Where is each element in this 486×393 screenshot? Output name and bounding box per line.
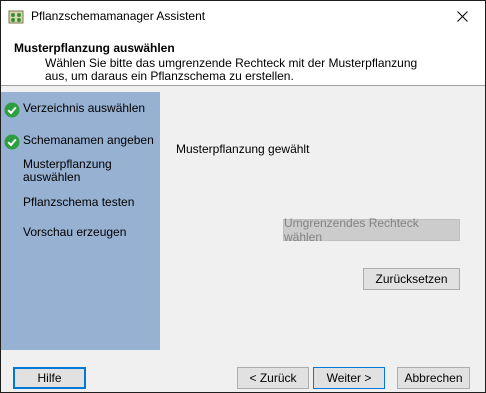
app-icon xyxy=(8,10,24,24)
back-button[interactable]: < Zurück xyxy=(237,367,309,389)
check-icon xyxy=(4,134,20,150)
page-description: Wählen Sie bitte das umgrenzende Rechtec… xyxy=(45,56,418,83)
close-icon xyxy=(456,11,468,22)
wizard-window: Pflanzschemamanager Assistent Musterpfla… xyxy=(0,0,486,393)
window-title: Pflanzschemamanager Assistent xyxy=(31,9,206,23)
title-bar[interactable]: Pflanzschemamanager Assistent xyxy=(1,1,485,32)
check-icon xyxy=(4,102,20,118)
cancel-button[interactable]: Abbrechen xyxy=(397,367,470,389)
step-label: Pflanzschema testen xyxy=(23,195,135,209)
wizard-header: Musterpflanzung auswählen Wählen Sie bit… xyxy=(1,32,485,86)
step-schemaname: Schemanamen angeben xyxy=(4,134,154,150)
page-title: Musterpflanzung auswählen xyxy=(14,41,175,55)
reset-button[interactable]: Zurücksetzen xyxy=(363,268,460,290)
close-button[interactable] xyxy=(439,1,485,32)
step-testen: Pflanzschema testen xyxy=(4,196,134,209)
step-label: Verzeichnis auswählen xyxy=(23,101,146,115)
steps-sidebar: Verzeichnis auswählen Schemanamen angebe… xyxy=(1,92,160,350)
selection-status: Musterpflanzung gewählt xyxy=(176,142,310,156)
select-rectangle-button[interactable]: Umgrenzendes Rechteck wählen xyxy=(283,216,460,244)
step-label: Schemanamen angeben xyxy=(23,133,154,147)
step-label: Musterpflanzung auswählen xyxy=(23,157,112,184)
help-button[interactable]: Hilfe xyxy=(13,367,86,389)
step-vorschau: Vorschau erzeugen xyxy=(4,226,126,239)
next-button[interactable]: Weiter > xyxy=(313,367,385,389)
step-label: Vorschau erzeugen xyxy=(23,225,127,239)
step-verzeichnis: Verzeichnis auswählen xyxy=(4,102,145,118)
step-musterpflanzung: Musterpflanzung auswählen xyxy=(4,158,123,184)
